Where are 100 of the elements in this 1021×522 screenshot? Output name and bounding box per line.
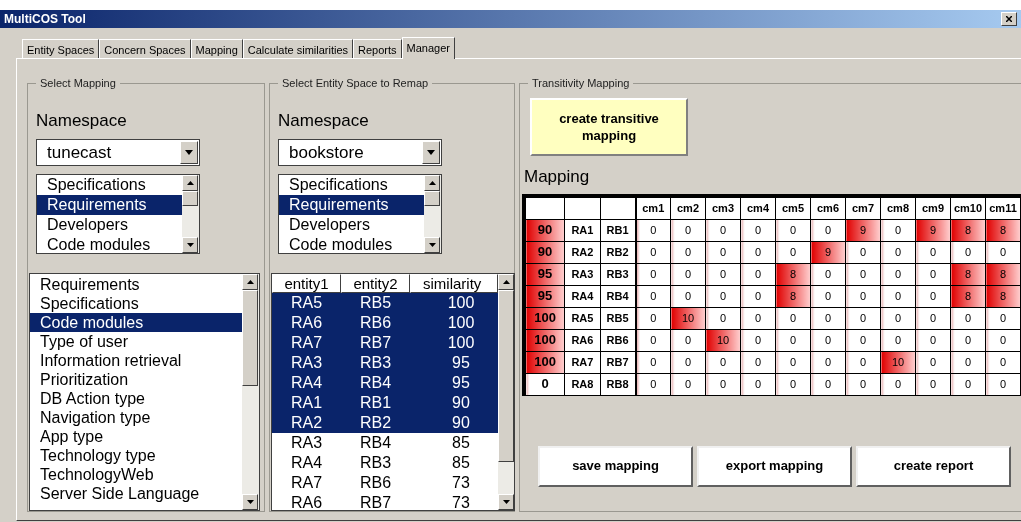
score-cell: 100: [525, 307, 565, 329]
table-cell-text: RB6: [358, 472, 393, 493]
namespace-dropdown[interactable]: tunecast: [36, 138, 200, 166]
score-cell: 95: [525, 263, 565, 285]
table-cell-text: RA5: [289, 292, 324, 313]
list-item[interactable]: Developers: [37, 214, 182, 235]
tab[interactable]: Concern Spaces: [99, 39, 191, 58]
table-cell-text: 73: [451, 492, 471, 510]
list-item[interactable]: App type: [30, 426, 242, 446]
score-cell: 100: [525, 329, 565, 351]
table-cell-text: 90: [451, 412, 471, 433]
table-cell-text: 100: [446, 292, 476, 313]
list-item[interactable]: Prioritization: [30, 369, 242, 389]
column-header: cm1: [635, 197, 671, 219]
list-item[interactable]: Code modules: [279, 234, 424, 253]
table-cell-text: RA1: [289, 392, 324, 413]
column-header: cm9: [915, 197, 951, 219]
table-row[interactable]: RA4 RB3 85: [272, 452, 498, 473]
list-item[interactable]: Type of user: [30, 331, 242, 351]
table-cell-text: RA3: [289, 352, 324, 373]
list-item[interactable]: DB Action type: [30, 388, 242, 408]
list-item[interactable]: Requirements: [279, 194, 424, 215]
column-header[interactable]: similarity: [410, 273, 498, 293]
table-cell-text: 90: [451, 392, 471, 413]
action-button[interactable]: export mapping: [697, 445, 852, 487]
column-header: cm5: [775, 197, 811, 219]
dropdown-arrow-icon: [185, 149, 193, 155]
table-cell-text: 100: [446, 332, 476, 353]
namespace-label: Namespace: [36, 110, 128, 132]
table-cell-text: RB4: [358, 372, 393, 393]
table-cell-text: 85: [451, 432, 471, 453]
group-title: Select Entity Space to Remap: [278, 76, 433, 90]
column-header: cm3: [705, 197, 741, 219]
namespace-dropdown[interactable]: bookstore: [278, 138, 442, 166]
list-item[interactable]: Technology type: [30, 445, 242, 465]
list-item[interactable]: Code modules: [37, 234, 182, 253]
tab[interactable]: Calculate similarities: [242, 39, 354, 58]
table-row[interactable]: RA3 RB4 85: [272, 432, 498, 453]
close-button[interactable]: [1001, 12, 1017, 26]
table-row[interactable]: RA6 RB6 100: [272, 312, 498, 333]
table-row[interactable]: RA4 RB4 95: [272, 372, 498, 393]
table-cell-text: 73: [451, 472, 471, 493]
column-header[interactable]: entity1: [272, 273, 341, 293]
table-cell-text: RB6: [358, 312, 393, 333]
score-cell: 95: [525, 285, 565, 307]
column-header: cm11: [985, 197, 1021, 219]
table-cell-text: RA3: [289, 432, 324, 453]
tab[interactable]: Reports: [353, 39, 402, 58]
table-cell-text: RB1: [358, 392, 393, 413]
table-row[interactable]: RA5 RB5 100: [272, 292, 498, 313]
list-item[interactable]: Specifications: [279, 174, 424, 195]
column-header: cm10: [950, 197, 986, 219]
list-item[interactable]: TechnologyWeb: [30, 464, 242, 484]
close-icon: [1006, 16, 1012, 22]
tab[interactable]: Entity Spaces: [22, 39, 100, 58]
action-button[interactable]: create report: [856, 445, 1011, 487]
table-row[interactable]: RA1 RB1 90: [272, 392, 498, 413]
table-row[interactable]: RA7 RB6 73: [272, 472, 498, 493]
tab[interactable]: Mapping: [190, 39, 243, 58]
table-row[interactable]: RA2 RB2 90: [272, 412, 498, 433]
table-cell-text: RA4: [289, 372, 324, 393]
column-header: cm4: [740, 197, 776, 219]
table-cell-text: 85: [451, 452, 471, 473]
list-item[interactable]: Server Side Language: [30, 483, 242, 503]
table-cell-text: RB2: [358, 412, 393, 433]
group-title: Transitivity Mapping: [528, 76, 634, 90]
table-cell-text: 100: [446, 312, 476, 333]
list-item[interactable]: Information retrieval: [30, 350, 242, 370]
group-title: Select Mapping: [36, 76, 120, 90]
list-item[interactable]: Code modules: [30, 312, 242, 332]
score-cell: 90: [525, 219, 565, 241]
table-cell-text: RB5: [358, 292, 393, 313]
tab[interactable]: Manager: [401, 37, 455, 59]
table-row[interactable]: RA6 RB7 73: [272, 492, 498, 510]
column-header: cm7: [845, 197, 881, 219]
table-cell-text: RB7: [358, 492, 393, 510]
list-item[interactable]: Requirements: [30, 274, 242, 294]
table-cell-text: 95: [451, 372, 471, 393]
list-item[interactable]: Specifications: [30, 293, 242, 313]
table-row[interactable]: RA3 RB3 95: [272, 352, 498, 373]
table-cell-text: RB3: [358, 352, 393, 373]
dropdown-arrow-icon: [427, 149, 435, 155]
list-item[interactable]: Navigation type: [30, 407, 242, 427]
score-cell: 90: [525, 241, 565, 263]
table-cell-text: RA4: [289, 452, 324, 473]
list-item[interactable]: Developers: [279, 214, 424, 235]
column-header: cm2: [670, 197, 706, 219]
mapping-label: Mapping: [524, 166, 591, 188]
table-cell-text: RA7: [289, 472, 324, 493]
action-button[interactable]: save mapping: [538, 445, 693, 487]
table-cell-text: RA7: [289, 332, 324, 353]
scrollbar-thumb[interactable]: [242, 289, 258, 386]
table-cell-text: RA2: [289, 412, 324, 433]
column-header[interactable]: entity2: [341, 273, 410, 293]
list-item[interactable]: Requirements: [37, 194, 182, 215]
namespace-label: Namespace: [278, 110, 370, 132]
table-row[interactable]: RA7 RB7 100: [272, 332, 498, 353]
list-item[interactable]: Specifications: [37, 174, 182, 195]
create-transitive-mapping-button[interactable]: create transitive mapping: [530, 98, 688, 156]
scrollbar-thumb[interactable]: [498, 289, 514, 462]
